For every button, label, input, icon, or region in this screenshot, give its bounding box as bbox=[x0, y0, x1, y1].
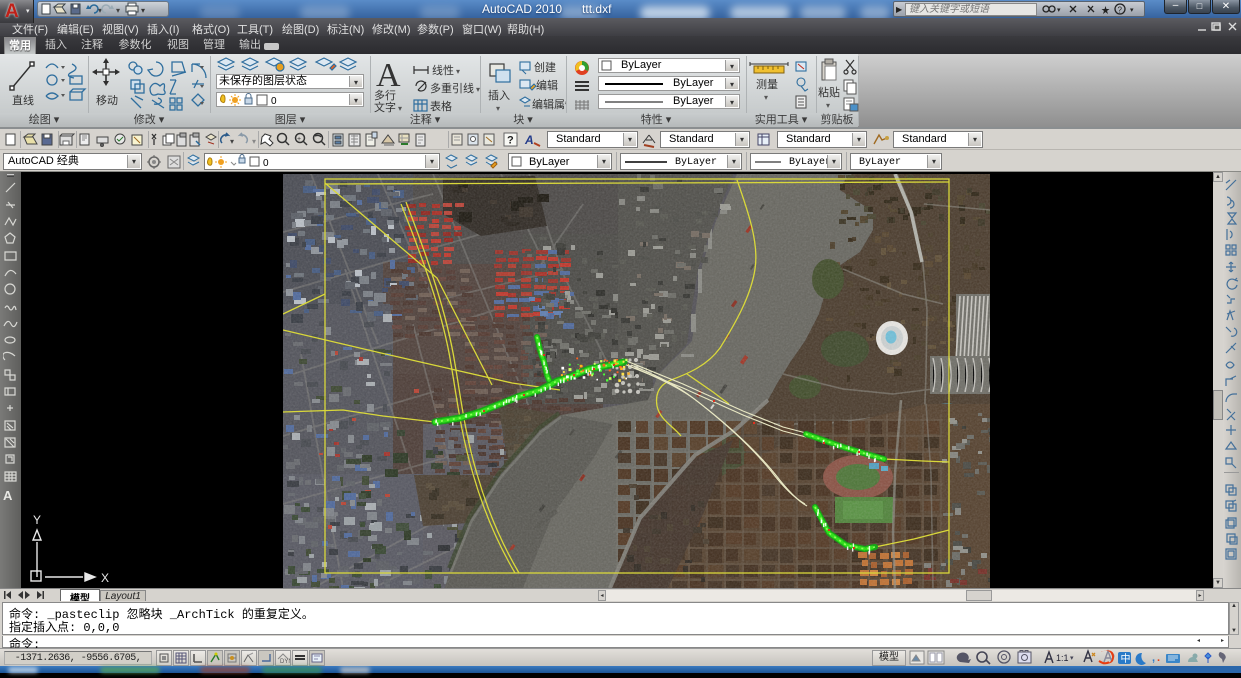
svg-text:插入: 插入 bbox=[488, 88, 510, 102]
svg-text:▾: ▾ bbox=[764, 93, 768, 102]
svg-text:表格: 表格 bbox=[430, 99, 452, 113]
svg-text:▾: ▾ bbox=[398, 104, 402, 113]
svg-text:,: , bbox=[1152, 652, 1155, 664]
svg-text:▾: ▾ bbox=[252, 137, 256, 146]
svg-text:编辑属性: 编辑属性 bbox=[532, 97, 566, 111]
svg-text:A: A bbox=[376, 57, 401, 94]
svg-text:?: ? bbox=[507, 135, 514, 147]
svg-text:线性: 线性 bbox=[432, 63, 454, 77]
svg-text:测量: 测量 bbox=[756, 78, 778, 91]
svg-text:▾: ▾ bbox=[1057, 7, 1061, 14]
svg-text:▾: ▾ bbox=[1070, 655, 1074, 662]
svg-text:直线: 直线 bbox=[12, 93, 34, 107]
svg-text:Y: Y bbox=[33, 513, 41, 527]
svg-text:编辑: 编辑 bbox=[536, 78, 558, 92]
svg-text:▾: ▾ bbox=[456, 67, 460, 76]
svg-text:文字: 文字 bbox=[374, 100, 396, 114]
svg-text:A: A bbox=[524, 133, 534, 147]
svg-text:创建: 创建 bbox=[534, 60, 556, 74]
svg-text:▾: ▾ bbox=[826, 101, 830, 110]
svg-text:0: 0 bbox=[271, 96, 277, 106]
svg-text:▾: ▾ bbox=[141, 6, 145, 15]
svg-text:▾: ▾ bbox=[230, 137, 234, 146]
svg-text:1:1: 1:1 bbox=[1056, 653, 1069, 663]
svg-text:粘贴: 粘贴 bbox=[818, 85, 840, 99]
svg-text:移动: 移动 bbox=[96, 94, 118, 107]
svg-text:+: + bbox=[297, 136, 301, 143]
svg-text:▾: ▾ bbox=[98, 6, 102, 15]
svg-text:DYN: DYN bbox=[280, 659, 290, 665]
svg-text:▾: ▾ bbox=[116, 6, 120, 15]
svg-text:X: X bbox=[101, 571, 109, 585]
svg-text:多重引线: 多重引线 bbox=[430, 81, 474, 95]
svg-text:0: 0 bbox=[263, 158, 269, 169]
svg-text:多行: 多行 bbox=[374, 88, 396, 102]
svg-text:?: ? bbox=[1118, 6, 1123, 15]
svg-text:▾: ▾ bbox=[496, 104, 500, 113]
svg-text:.: . bbox=[1157, 652, 1160, 664]
svg-text:中: 中 bbox=[1121, 652, 1131, 665]
svg-text:▾: ▾ bbox=[1130, 7, 1134, 14]
